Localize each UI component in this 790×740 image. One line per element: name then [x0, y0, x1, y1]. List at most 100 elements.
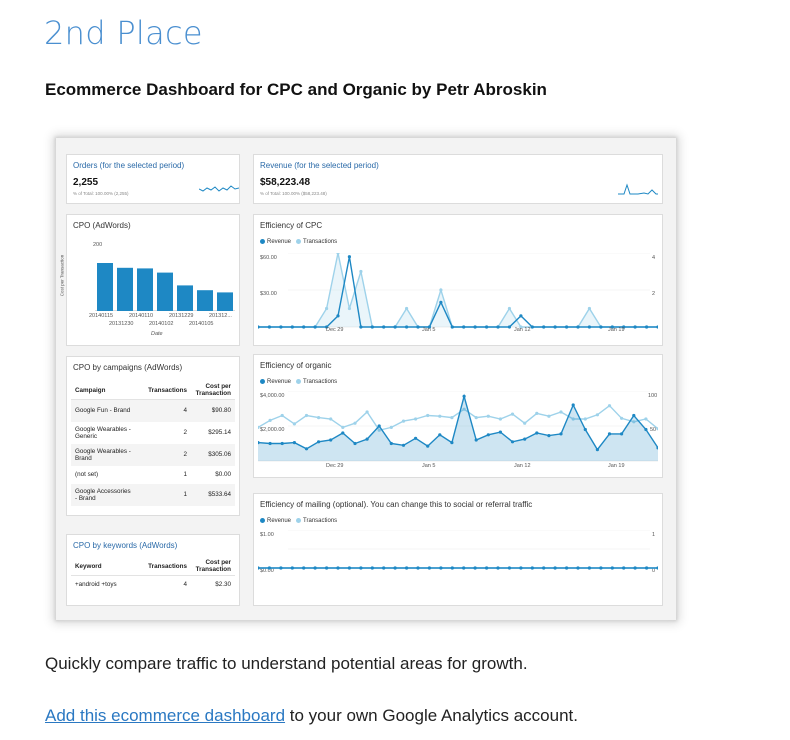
add-dashboard-link[interactable]: Add this ecommerce dashboard: [45, 706, 285, 725]
revenue-point-28: [565, 325, 569, 329]
transactions-point-30: [587, 306, 591, 311]
keyword-cost: $2.30: [215, 581, 231, 589]
campaign-cost: $295.14: [208, 429, 231, 436]
revenue-point-31: [599, 325, 603, 329]
table-row[interactable]: (not set) 1 $0.00: [71, 466, 235, 484]
campaign-name: Google Fun - Brand: [71, 399, 137, 422]
cpo-x-label: Date: [151, 331, 163, 337]
revenue-point-4: [290, 325, 294, 329]
col-campaign: Campaign: [71, 381, 137, 400]
eff-cpc-legend: Revenue Transactions: [260, 239, 337, 245]
revenue-point-3: [279, 566, 283, 570]
revenue-point-25: [547, 434, 551, 438]
revenue-point-24: [535, 431, 539, 435]
campaign-cost: $305.06: [191, 443, 235, 466]
transactions-point-7: [325, 306, 329, 311]
campaign-transactions: 1: [137, 483, 191, 506]
keywords-table: Keyword Transactions Cost per Transactio…: [71, 557, 235, 594]
revenue-point-1: [258, 566, 260, 570]
table-row[interactable]: Google Accessories - Brand 1 $533.64: [71, 483, 235, 506]
transactions-legend-dot: [296, 518, 302, 523]
col-cost: Cost per Transaction: [191, 381, 235, 400]
revenue-point-8: [336, 314, 340, 318]
revenue-point-11: [377, 424, 381, 428]
cpo-date-6: 20140105: [189, 321, 214, 327]
revenue-point-15: [416, 566, 420, 570]
revenue-point-9: [347, 566, 351, 570]
table-row[interactable]: Google Wearables - Generic 2 $295.14: [71, 422, 235, 444]
legend-transactions: Transactions: [303, 379, 338, 386]
campaigns-table: Campaign Transactions Cost per Transacti…: [71, 381, 235, 506]
revenue-point-30: [587, 325, 591, 329]
revenue-point-27: [553, 325, 557, 329]
revenue-point-6: [317, 440, 321, 444]
eff-cpc-panel: Efficiency of CPC Revenue Transactions $…: [253, 214, 663, 346]
campaign-name: Google Accessories - Brand: [71, 483, 137, 506]
transactions-point-4: [292, 422, 296, 426]
transactions-point-28: [583, 417, 587, 421]
cpc-x-1: Dec 29: [326, 327, 344, 333]
revenue-point-3: [279, 325, 283, 329]
revenue-point-22: [496, 566, 500, 570]
table-row[interactable]: Google Wearables - Brand 2 $305.06: [71, 443, 235, 466]
revenue-point-16: [438, 433, 442, 437]
revenue-point-36: [656, 325, 658, 329]
revenue-point-11: [370, 566, 374, 570]
keyword-name: +android +toys: [75, 581, 117, 589]
revenue-point-19: [462, 566, 466, 570]
transactions-point-33: [644, 417, 648, 421]
table-header-row: Keyword Transactions Cost per Transactio…: [71, 557, 235, 576]
organic-x-2: Jan 5: [422, 463, 436, 469]
revenue-point-28: [583, 427, 587, 432]
transactions-point-22: [510, 412, 515, 416]
orders-value: 2,255: [73, 177, 99, 188]
caption-text: Quickly compare traffic to understand po…: [45, 654, 528, 673]
add-dashboard-line: Add this ecommerce dashboard to your own…: [45, 706, 578, 726]
transactions-legend-dot: [296, 379, 302, 384]
bar-2: [117, 267, 133, 311]
revenue-point-4: [292, 441, 296, 445]
revenue-point-13: [393, 325, 397, 329]
revenue-legend-dot: [260, 239, 265, 244]
dashboard-title: Ecommerce Dashboard for CPC and Organic …: [45, 80, 547, 99]
col-transactions: Transactions: [137, 381, 191, 400]
revenue-point-18: [450, 325, 454, 329]
revenue-point-26: [559, 432, 563, 436]
cpo-date-1: 20140115: [89, 313, 114, 319]
revenue-point-20: [473, 325, 477, 329]
revenue-point-17: [439, 566, 443, 570]
revenue-point-36: [656, 566, 658, 570]
transactions-point-19: [474, 416, 478, 420]
eff-mailing-title: Efficiency of mailing (optional). You ca…: [260, 500, 533, 509]
revenue-point-15: [416, 325, 420, 329]
revenue-point-8: [341, 431, 345, 435]
eff-cpc-chart: [258, 253, 658, 329]
revenue-point-2: [267, 325, 271, 329]
campaign-name: Google Wearables - Brand: [71, 443, 137, 466]
revenue-point-29: [576, 566, 580, 570]
revenue-point-12: [389, 441, 393, 446]
cpo-keywords-title: CPO by keywords (AdWords): [73, 541, 178, 550]
revenue-point-20: [473, 566, 477, 570]
table-row[interactable]: Google Fun - Brand 4 $90.80: [71, 399, 235, 422]
campaign-transactions: 2: [137, 443, 191, 466]
transactions-point-15: [426, 413, 430, 418]
transactions-point-23: [507, 306, 511, 311]
eff-mailing-legend: Revenue Transactions: [260, 518, 337, 524]
dashboard-screenshot: Orders (for the selected period) 2,255 %…: [56, 138, 676, 620]
revenue-point-25: [530, 566, 534, 570]
revenue-point-7: [329, 438, 333, 442]
cpo-date-5: 20131229: [169, 313, 194, 319]
revenue-point-2: [268, 441, 272, 446]
col-keyword: Keyword: [71, 557, 137, 576]
eff-organic-title: Efficiency of organic: [260, 361, 332, 370]
revenue-sub: % of Total: 100.00% ($58,223.48): [260, 191, 327, 196]
revenue-area: [258, 396, 658, 461]
revenue-point-9: [347, 255, 351, 259]
transactions-point-5: [304, 413, 309, 418]
table-row[interactable]: +android +toys 4 $2.30: [71, 576, 235, 594]
revenue-point-35: [645, 566, 649, 570]
legend-revenue: Revenue: [267, 239, 292, 246]
transactions-legend-dot: [296, 239, 302, 244]
revenue-point-34: [633, 566, 637, 570]
